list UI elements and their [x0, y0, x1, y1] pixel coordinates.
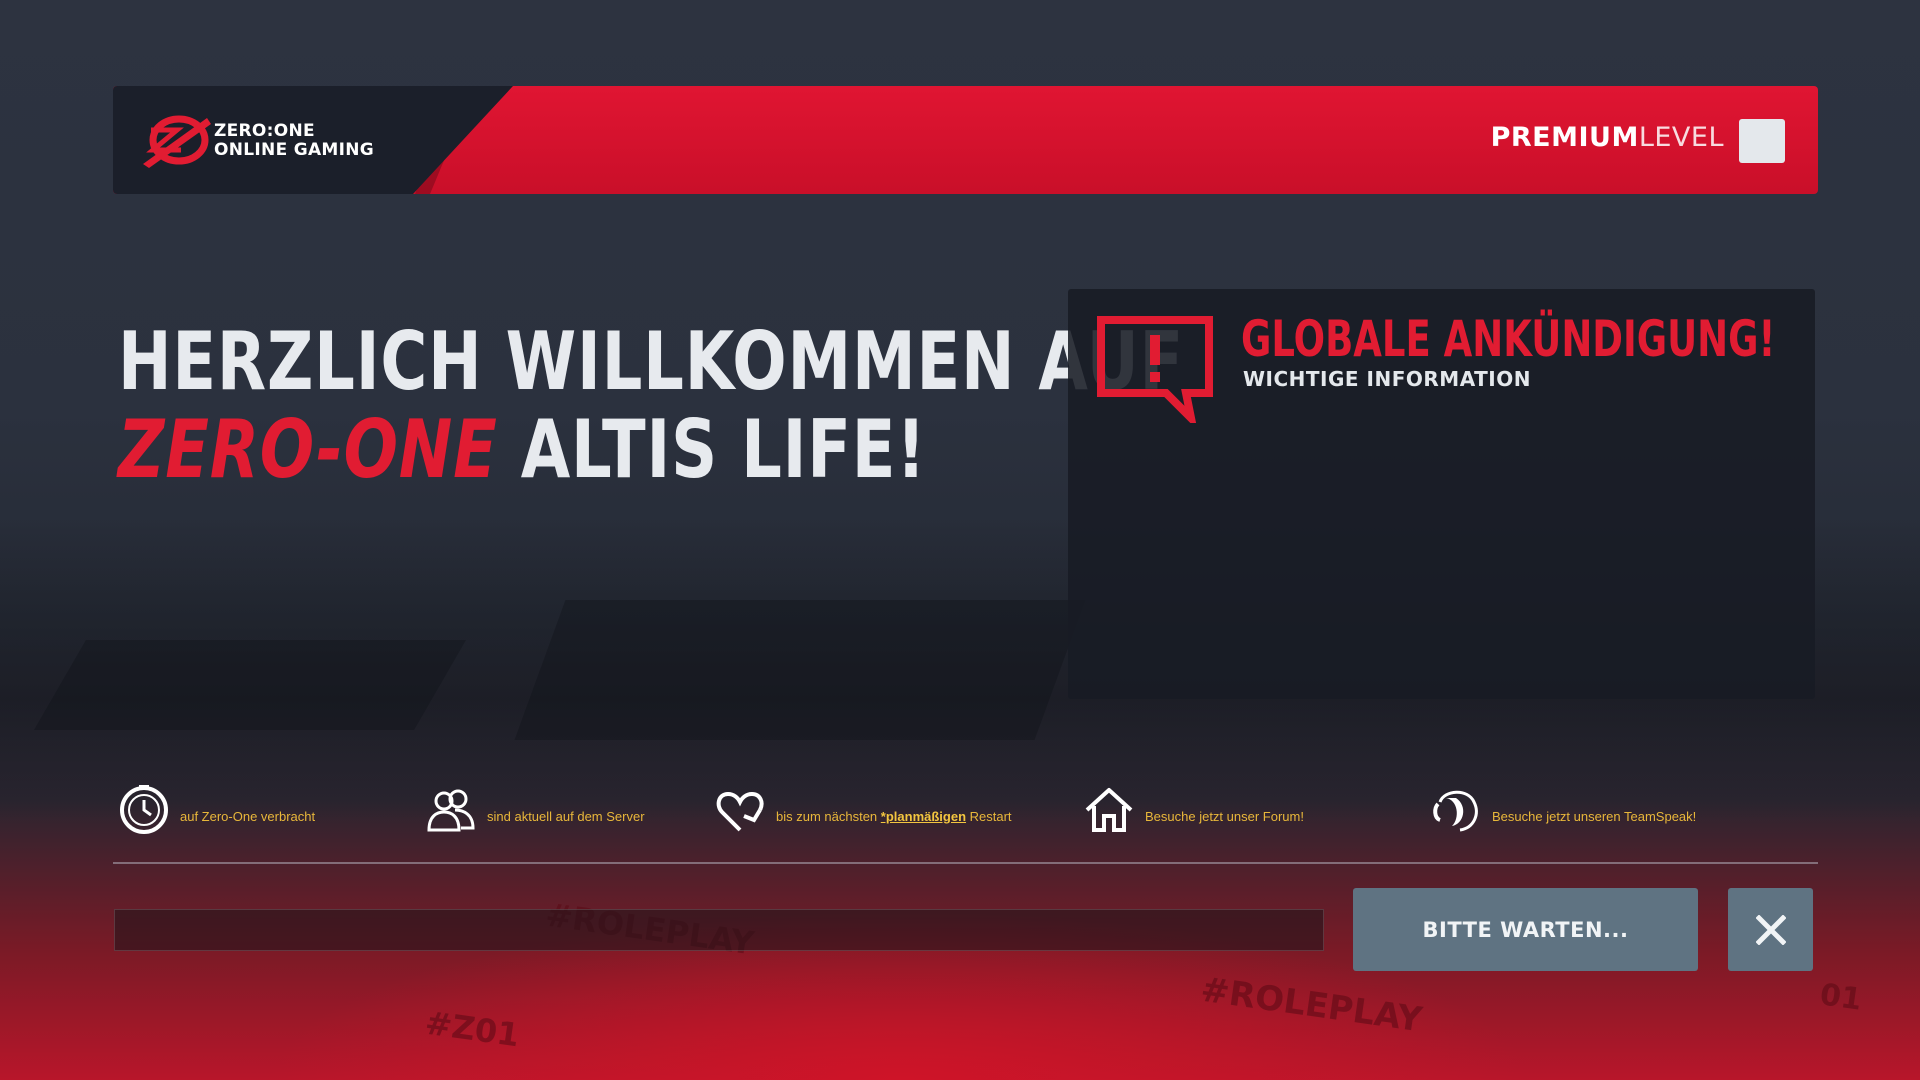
- premium-level-label: PREMIUMLEVEL: [1491, 122, 1724, 153]
- logo-line1: ZERO:ONE: [214, 121, 315, 141]
- loading-progress-bar: [114, 909, 1324, 951]
- announcement-title: GLOBALE ANKÜNDIGUNG!: [1241, 310, 1776, 368]
- background-doodle: 01: [1817, 977, 1864, 1018]
- stat-restart-post: Restart: [966, 809, 1012, 824]
- close-button[interactable]: [1728, 888, 1813, 971]
- welcome-heading: HERZLICH WILLKOMMEN AUF ZERO-ONE ALTIS L…: [118, 318, 1184, 494]
- logo-line2: ONLINE GAMING: [214, 140, 375, 160]
- home-icon: [1085, 788, 1133, 832]
- stat-restart: bis zum nächsten *planmäßigen Restart: [714, 780, 1012, 836]
- announcement-subtitle: WICHTIGE INFORMATION: [1243, 367, 1531, 391]
- clock-icon: [120, 785, 168, 834]
- premium-label-light: LEVEL: [1638, 122, 1724, 153]
- alert-speech-bubble-icon: [1097, 316, 1213, 423]
- welcome-server-name: ZERO-ONE: [118, 403, 498, 496]
- stat-forum-text[interactable]: Besuche jetzt unser Forum!: [1145, 809, 1304, 824]
- users-icon: [427, 789, 475, 832]
- premium-label-bold: PREMIUM: [1490, 122, 1639, 153]
- stat-online-players: sind aktuell auf dem Server: [425, 780, 645, 836]
- stat-playtime-text: auf Zero-One verbracht: [180, 809, 316, 824]
- announcement-panel: GLOBALE ANKÜNDIGUNG! WICHTIGE INFORMATIO…: [1068, 289, 1815, 699]
- stat-restart-text: bis zum nächsten *planmäßigen Restart: [776, 809, 1012, 824]
- stat-restart-pre: bis zum nächsten: [776, 809, 881, 824]
- teamspeak-icon: [1433, 790, 1478, 832]
- background-building: [34, 640, 466, 730]
- close-icon: [1755, 914, 1786, 945]
- welcome-line1: HERZLICH WILLKOMMEN AUF: [118, 315, 1185, 408]
- welcome-line2-rest: ALTIS LIFE!: [497, 403, 927, 496]
- premium-level-badge: [1739, 119, 1785, 163]
- zero-one-logo-icon: [143, 115, 211, 168]
- welcome-line2: ZERO-ONE ALTIS LIFE!: [118, 406, 1184, 494]
- stat-teamspeak[interactable]: Besuche jetzt unseren TeamSpeak!: [1430, 780, 1696, 836]
- stat-teamspeak-text[interactable]: Besuche jetzt unseren TeamSpeak!: [1492, 809, 1696, 824]
- wait-button[interactable]: BITTE WARTEN...: [1353, 888, 1698, 971]
- stats-divider: [113, 862, 1818, 864]
- stat-online-players-text: sind aktuell auf dem Server: [487, 809, 645, 824]
- background-building: [514, 600, 1086, 740]
- stat-forum[interactable]: Besuche jetzt unser Forum!: [1083, 780, 1304, 836]
- logo-text: ZERO:ONE ONLINE GAMING: [214, 122, 374, 160]
- stat-restart-scheduled-link[interactable]: *planmäßigen: [881, 809, 966, 824]
- header-bar: ZERO:ONE ONLINE GAMING PREMIUMLEVEL: [113, 86, 1818, 194]
- stat-playtime: auf Zero-One verbracht: [118, 780, 315, 836]
- heart-refresh-icon: [716, 791, 764, 832]
